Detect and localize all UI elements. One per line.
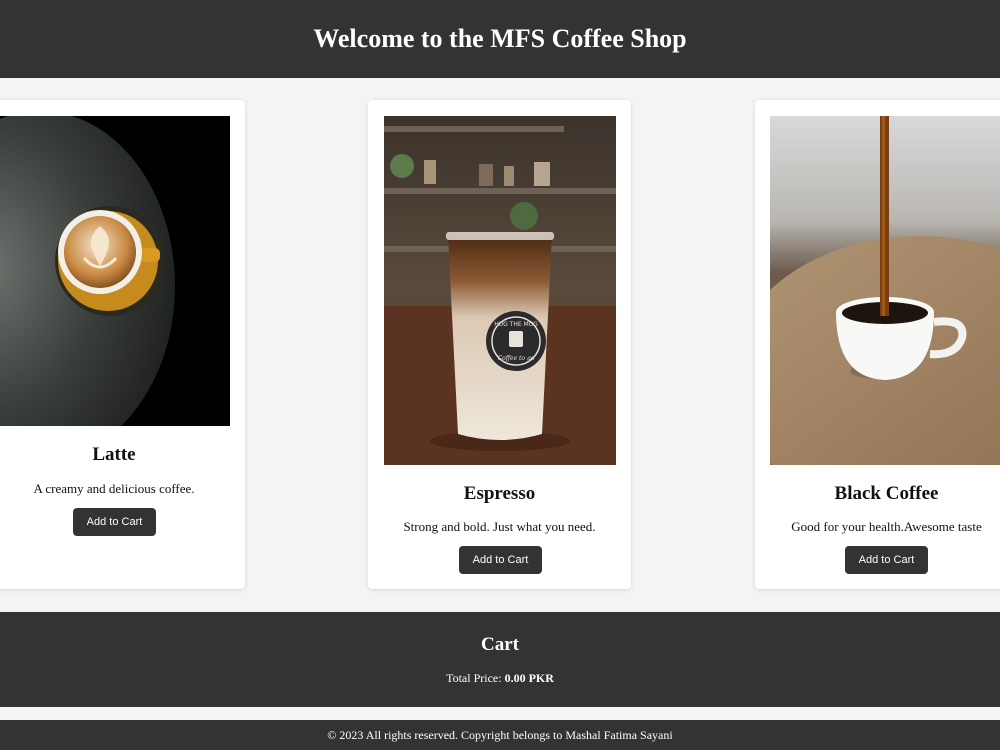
product-card-espresso: HUG THE MUG Coffee to go Espresso Strong… bbox=[368, 100, 631, 589]
add-to-cart-button[interactable]: Add to Cart bbox=[459, 546, 542, 574]
product-name: Black Coffee bbox=[834, 483, 939, 504]
product-description: Good for your health.Awesome taste bbox=[791, 519, 982, 534]
product-name: Espresso bbox=[463, 483, 536, 504]
product-description: Strong and bold. Just what you need. bbox=[403, 519, 596, 534]
cart-title: Cart bbox=[481, 634, 519, 655]
site-header: Welcome to the MFS Coffee Shop bbox=[0, 0, 1000, 78]
cart-section: Cart Total Price: 0.00 PKR bbox=[0, 612, 1000, 707]
total-price-value: 0.00 PKR bbox=[504, 671, 554, 685]
total-price-label: Total Price: bbox=[446, 671, 505, 685]
product-name: Latte bbox=[92, 444, 136, 465]
product-description: A creamy and delicious coffee. bbox=[33, 481, 195, 496]
coffee-shop-page: Welcome to the MFS Coffee Shop Latte A c… bbox=[0, 0, 1000, 750]
latte-image bbox=[0, 116, 230, 426]
cart-total: Total Price: 0.00 PKR bbox=[0, 671, 1000, 686]
product-card-latte: Latte A creamy and delicious coffee. Add… bbox=[0, 100, 245, 589]
cup-logo-top: HUG THE MUG bbox=[494, 321, 538, 328]
page-title: Welcome to the MFS Coffee Shop bbox=[313, 24, 687, 53]
espresso-image: HUG THE MUG Coffee to go bbox=[384, 116, 616, 465]
product-card-black-coffee: Black Coffee Good for your health.Awesom… bbox=[755, 100, 1000, 589]
cup-logo-bottom: Coffee to go bbox=[498, 355, 535, 362]
copyright-text: © 2023 All rights reserved. Copyright be… bbox=[327, 727, 673, 742]
add-to-cart-button[interactable]: Add to Cart bbox=[845, 546, 928, 574]
add-to-cart-button[interactable]: Add to Cart bbox=[73, 508, 156, 536]
site-footer: © 2023 All rights reserved. Copyright be… bbox=[0, 720, 1000, 750]
black-coffee-image bbox=[770, 116, 1000, 465]
